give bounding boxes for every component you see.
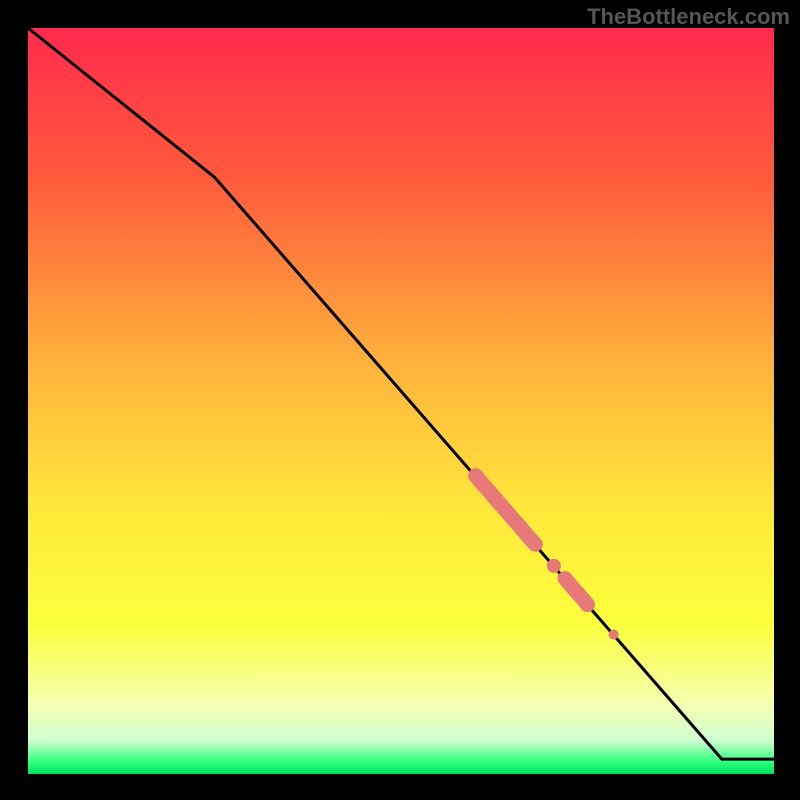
highlight-dot [547,559,561,573]
chart-container: TheBottleneck.com [0,0,800,800]
gradient-background [28,28,774,774]
plot-area [28,28,774,774]
chart-svg [28,28,774,774]
highlight-dot [609,629,619,639]
watermark-text: TheBottleneck.com [587,4,790,30]
